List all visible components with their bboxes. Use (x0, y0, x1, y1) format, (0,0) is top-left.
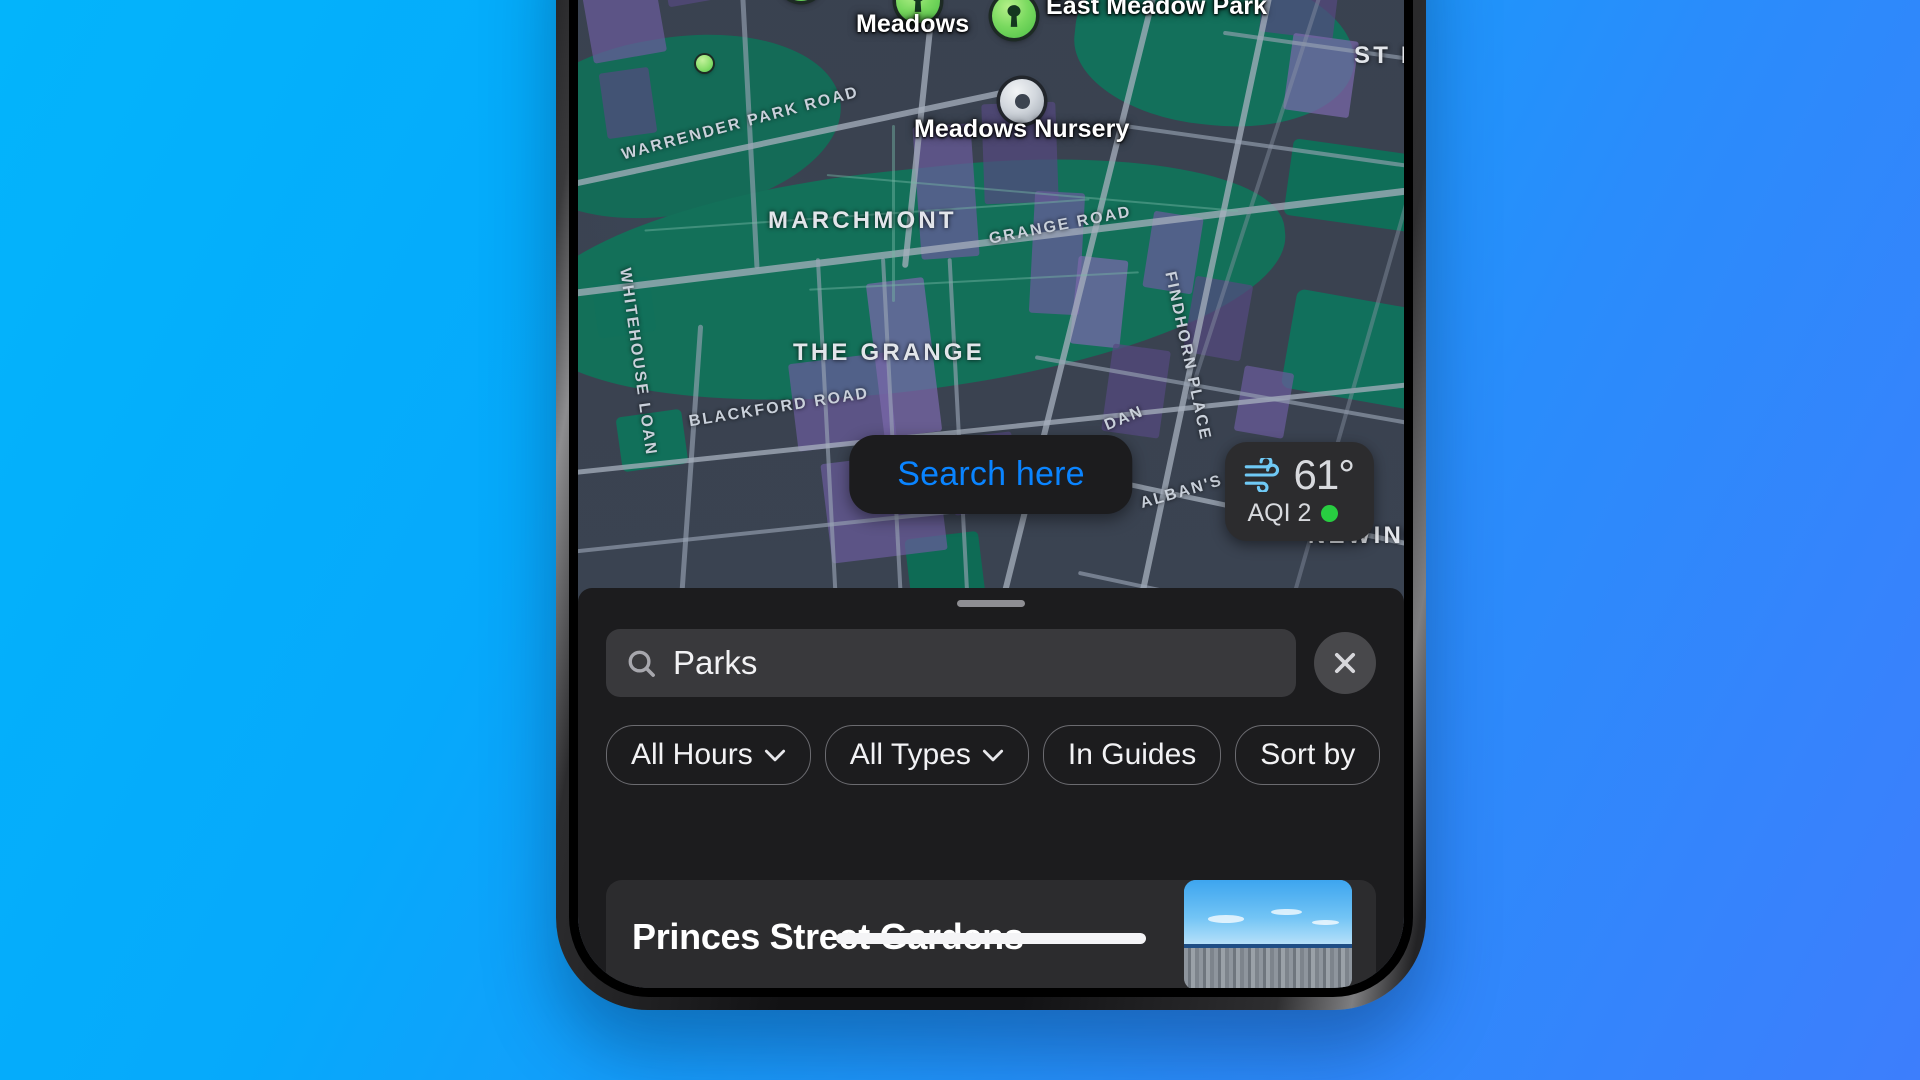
clear-search-button[interactable] (1314, 632, 1376, 694)
filter-chip-sort-by[interactable]: Sort by (1235, 725, 1381, 785)
thumbnail-cloud (1207, 915, 1245, 923)
thumbnail-cloud (1271, 908, 1302, 916)
poi-pin-meadows-nursery[interactable] (1000, 79, 1044, 123)
filter-chip-label: All Hours (631, 738, 753, 771)
filter-chip-label: In Guides (1067, 738, 1197, 771)
poi-pin-minor[interactable] (696, 55, 713, 72)
building-block (598, 66, 657, 140)
building-block (1100, 342, 1171, 439)
search-bar-row: Parks (578, 607, 1404, 697)
aqi-row: AQI 2 (1243, 499, 1354, 528)
filter-chip-label: Sort by (1260, 738, 1356, 771)
grey-dot-icon (1014, 93, 1030, 109)
phone-bezel: CROSS West Meadow Park Meadows East Mead… (569, 0, 1413, 997)
filter-chips-row[interactable]: All Hours All Types In Guides Sort by (578, 697, 1404, 785)
sheet-grabber-handle[interactable] (957, 600, 1025, 607)
thumbnail-sky (1184, 880, 1352, 949)
thumbnail-cityscape (1184, 948, 1352, 988)
filter-chip-all-hours[interactable]: All Hours (606, 725, 811, 785)
search-icon (628, 650, 655, 677)
aqi-label: AQI 2 (1247, 499, 1312, 527)
filter-chip-label: All Types (849, 738, 971, 771)
thumbnail-cloud (1311, 919, 1339, 926)
search-input[interactable]: Parks (606, 629, 1296, 697)
weather-temp-row: 61° (1243, 451, 1355, 498)
search-here-button[interactable]: Search here (849, 435, 1133, 514)
tree-icon (1007, 5, 1021, 27)
search-bottom-sheet[interactable]: Parks All Hours All Types In Guides Sort… (578, 588, 1404, 988)
wind-icon (1245, 458, 1280, 492)
phone-device-frame: CROSS West Meadow Park Meadows East Mead… (556, 0, 1426, 1010)
park-path (891, 125, 895, 303)
filter-chip-all-types[interactable]: All Types (824, 725, 1029, 785)
filter-chip-in-guides[interactable]: In Guides (1042, 725, 1222, 785)
chevron-down-icon (764, 749, 785, 761)
home-indicator[interactable] (836, 933, 1146, 944)
phone-screen: CROSS West Meadow Park Meadows East Mead… (578, 0, 1404, 988)
result-thumbnail[interactable] (1184, 880, 1352, 988)
temperature-value: 61° (1293, 451, 1355, 498)
aqi-status-dot (1321, 505, 1339, 522)
weather-aqi-widget[interactable]: 61° AQI 2 (1225, 442, 1374, 541)
close-icon (1334, 652, 1356, 674)
search-input-value: Parks (673, 644, 758, 681)
building-block (912, 123, 980, 260)
tree-icon (913, 0, 923, 12)
chevron-down-icon (982, 749, 1003, 761)
